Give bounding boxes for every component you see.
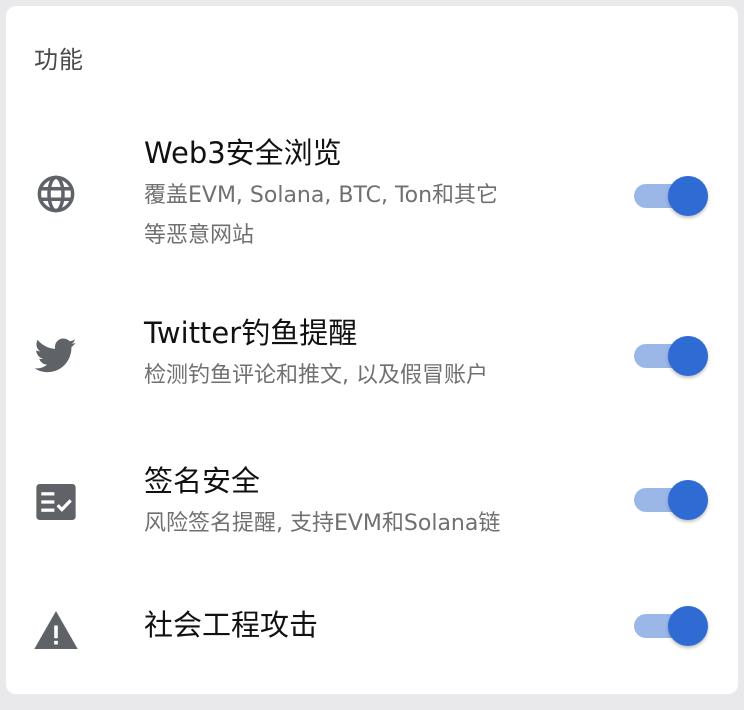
feature-description: 检测钓鱼评论和推文, 以及假冒账户 [144,363,488,388]
toggle-knob [668,176,708,216]
signature-security-toggle[interactable] [632,480,708,520]
web3-browsing-toggle[interactable] [632,176,708,216]
section-title: 功能 [34,46,84,74]
feature-title: 签名安全 [144,464,261,498]
features-card: 功能 Web3安全浏览 覆盖EVM, Solana, BTC, Ton和其它 等… [6,6,738,694]
feature-title: Web3安全浏览 [144,136,342,170]
feature-description-line: 覆盖EVM, Solana, BTC, Ton和其它 [144,183,499,208]
checklist-icon [34,480,78,524]
feature-title: 社会工程攻击 [144,608,319,642]
globe-icon [34,172,78,216]
feature-description-line: 等恶意网站 [144,223,255,248]
feature-description: 风险签名提醒, 支持EVM和Solana链 [144,511,501,536]
social-engineering-toggle[interactable] [632,606,708,646]
toggle-knob [668,336,708,376]
toggle-knob [668,480,708,520]
warning-icon [34,608,78,652]
twitter-phishing-toggle[interactable] [632,336,708,376]
toggle-knob [668,606,708,646]
feature-title: Twitter钓鱼提醒 [144,316,358,350]
twitter-bird-icon [34,334,78,378]
feature-description: 覆盖EVM, Solana, BTC, Ton和其它 等恶意网站 [144,176,614,256]
